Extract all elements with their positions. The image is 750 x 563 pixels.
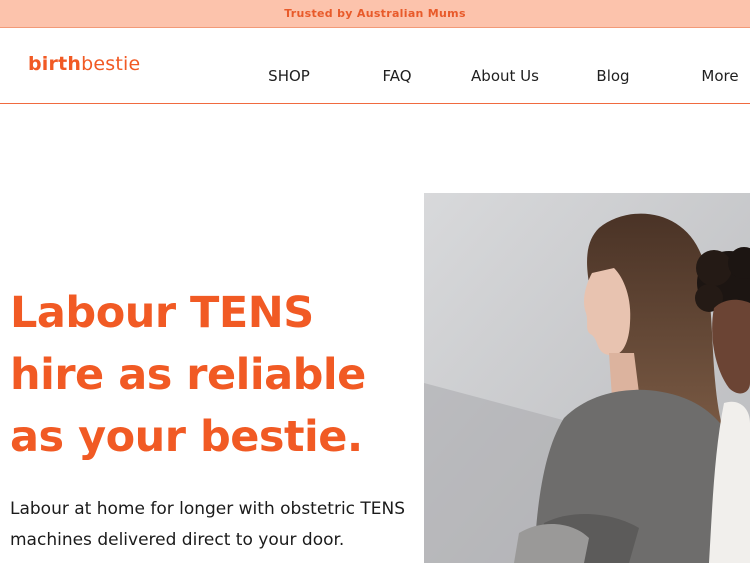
- hero-image: [424, 193, 750, 563]
- announcement-text: Trusted by Australian Mums: [284, 7, 466, 20]
- logo-part-bestie: bestie: [81, 53, 141, 75]
- announcement-bar: Trusted by Australian Mums: [0, 0, 750, 28]
- hero-title: Labour TENS hire as reliable as your bes…: [10, 288, 366, 462]
- brand-logo[interactable]: birthbestie: [28, 53, 140, 75]
- hero-subtitle: Labour at home for longer with obstetric…: [10, 499, 406, 550]
- logo-part-birth: birth: [28, 53, 82, 75]
- site-header: birthbestie SHOP FAQ About Us Blog More: [0, 29, 750, 104]
- nav-item-blog[interactable]: Blog: [596, 67, 629, 85]
- nav-item-about-us[interactable]: About Us: [471, 67, 539, 85]
- nav-item-shop[interactable]: SHOP: [268, 67, 310, 85]
- nav-item-faq[interactable]: FAQ: [382, 67, 411, 85]
- nav-item-more[interactable]: More: [701, 67, 738, 85]
- hero-photo-illustration: [424, 193, 750, 563]
